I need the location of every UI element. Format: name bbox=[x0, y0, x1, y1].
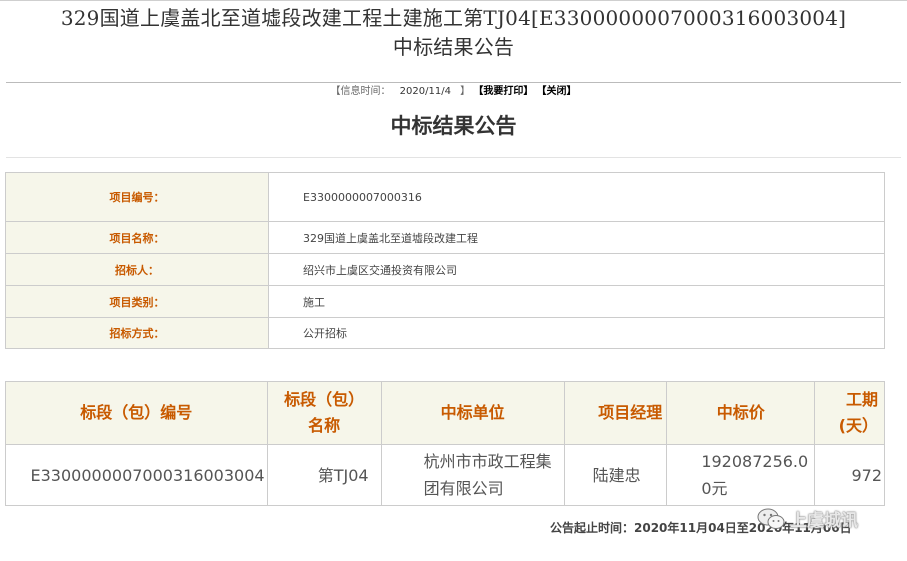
page-heading: 中标结果公告 bbox=[390, 114, 517, 138]
info-label: 招标人： bbox=[5, 253, 269, 286]
bid-table-header: 标段（包）编号 标段（包）名称 中标单位 项目经理 中标价 工期(天） bbox=[5, 381, 885, 445]
header-lot-name: 标段（包）名称 bbox=[266, 381, 382, 445]
cell-manager: 陆建忠 bbox=[563, 444, 668, 506]
header-manager: 项目经理 bbox=[563, 381, 668, 445]
info-label: 项目名称： bbox=[5, 221, 269, 254]
info-value: E3300000007000316 bbox=[268, 172, 885, 222]
close-link[interactable]: 【关闭】 bbox=[537, 86, 577, 97]
info-row-tenderer: 招标人： 绍兴市上虞区交通投资有限公司 bbox=[5, 253, 885, 286]
top-rule bbox=[0, 0, 907, 1]
watermark: 上虞城讯 bbox=[756, 506, 858, 531]
cell-lot-name: 第TJ04 bbox=[266, 444, 382, 506]
header-duration: 工期(天） bbox=[814, 381, 885, 445]
watermark-text: 上虞城讯 bbox=[790, 511, 858, 531]
info-value: 施工 bbox=[268, 285, 885, 318]
bid-result-table: 标段（包）编号 标段（包）名称 中标单位 项目经理 中标价 工期(天） E330… bbox=[5, 381, 885, 506]
info-label: 招标方式： bbox=[5, 317, 269, 349]
info-value: 公开招标 bbox=[268, 317, 885, 349]
info-date-value: 2020/11/4 bbox=[399, 86, 451, 97]
header-lot-code: 标段（包）编号 bbox=[5, 381, 268, 445]
heading-divider bbox=[6, 157, 901, 158]
document-title-line1: 329国道上虞盖北至道墟段改建工程土建施工第TJ04[E330000000700… bbox=[60, 6, 847, 30]
header-winner: 中标单位 bbox=[380, 381, 565, 445]
info-date-label: 【信息时间： bbox=[330, 86, 391, 97]
info-bar: 【信息时间： 2020/11/4 】 【我要打印】 【关闭】 bbox=[0, 85, 907, 99]
wechat-icon bbox=[757, 508, 785, 529]
title-divider bbox=[6, 82, 901, 83]
table-row: E3300000007000316003004 第TJ04 杭州市市政工程集团有… bbox=[5, 444, 885, 506]
info-label: 项目类别： bbox=[5, 285, 269, 318]
info-value: 绍兴市上虞区交通投资有限公司 bbox=[268, 253, 885, 286]
cell-price: 192087256.00元 bbox=[666, 444, 816, 506]
info-row-method: 招标方式： 公开招标 bbox=[5, 317, 885, 349]
cell-duration: 972 bbox=[814, 444, 885, 506]
info-value: 329国道上虞盖北至道墟段改建工程 bbox=[268, 221, 885, 254]
project-info-table: 项目编号： E3300000007000316 项目名称： 329国道上虞盖北至… bbox=[5, 172, 885, 349]
cell-lot-code: E3300000007000316003004 bbox=[5, 444, 268, 506]
header-price: 中标价 bbox=[666, 381, 816, 445]
info-date-close: 】 bbox=[460, 86, 471, 97]
document-title: 329国道上虞盖北至道墟段改建工程土建施工第TJ04[E330000000700… bbox=[0, 4, 907, 62]
info-label: 项目编号： bbox=[5, 172, 269, 222]
document-title-line2: 中标结果公告 bbox=[392, 35, 515, 59]
info-row-category: 项目类别： 施工 bbox=[5, 285, 885, 318]
info-row-project-name: 项目名称： 329国道上虞盖北至道墟段改建工程 bbox=[5, 221, 885, 254]
info-row-project-code: 项目编号： E3300000007000316 bbox=[5, 172, 885, 222]
cell-winner: 杭州市市政工程集团有限公司 bbox=[380, 444, 565, 506]
print-link[interactable]: 【我要打印】 bbox=[473, 86, 533, 97]
